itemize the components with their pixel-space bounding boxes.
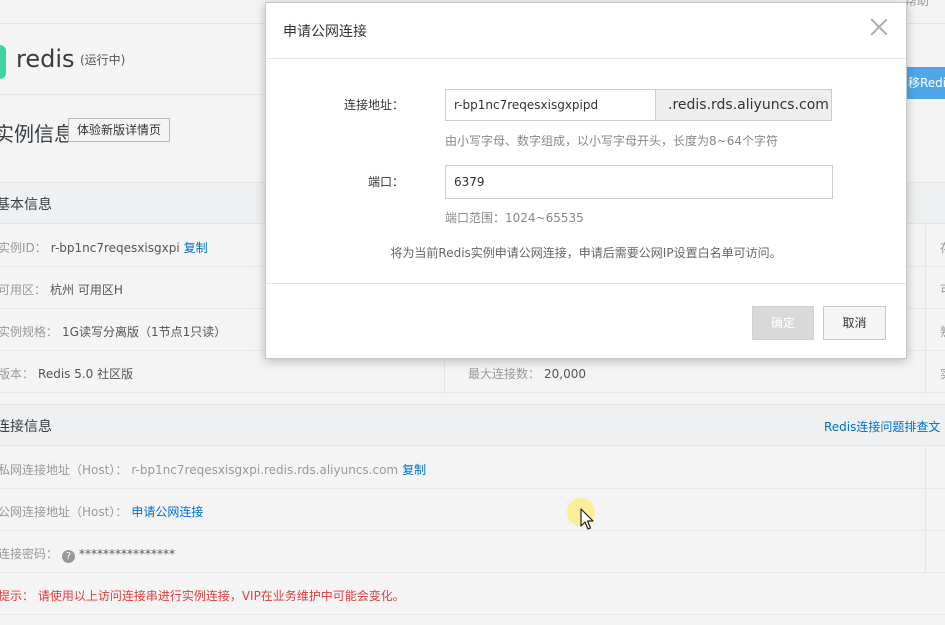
dialog-title: 申请公网连接 [283, 24, 367, 40]
apply-public-connection-link[interactable]: 申请公网连接 [131, 505, 203, 519]
port-hint: 端口范围：1024~65535 [445, 211, 584, 225]
apply-public-connection-dialog: 申请公网连接 连接地址： r-bp1nc7reqesxisgxpipd .red… [265, 2, 907, 359]
password-value: **************** [79, 547, 176, 561]
close-icon[interactable] [868, 16, 890, 38]
max-connections-cell: 最大连接数： 20,000 [468, 365, 586, 382]
dialog-header: 申请公网连接 [266, 3, 906, 59]
status-badge: (运行中) [80, 53, 126, 67]
table-row: 连接密码：? **************** [0, 531, 945, 573]
row-value: r-bp1nc7reqesxisgxpi.redis.rds.aliyuncs.… [131, 463, 399, 477]
connection-info-title: 连接信息 [0, 419, 52, 435]
edge-text: 熟 [940, 323, 945, 340]
mouse-cursor-icon [580, 508, 594, 530]
tip-row: 提示： 请使用以上访问连接串进行实例连接，VIP在业务维护中可能会变化。 [0, 573, 945, 615]
redis-logo-icon [0, 45, 6, 79]
tip-text: 提示： 请使用以上访问连接串进行实例连接，VIP在业务维护中可能会变化。 [0, 589, 405, 603]
column-divider [925, 447, 926, 573]
public-host-cell: 公网连接地址（Host）： 申请公网连接 [0, 503, 203, 520]
row-label: 实例规格： [0, 325, 59, 339]
cancel-button[interactable]: 取消 [823, 306, 886, 340]
copy-host-link[interactable]: 复制 [402, 463, 426, 477]
row-value: r-bp1nc7reqesxisgxpi [50, 241, 180, 255]
row-label: 私网连接地址（Host）： [0, 463, 128, 477]
new-version-button[interactable]: 体验新版详情页 [68, 118, 171, 142]
row-value: 杭州 可用区H [50, 283, 123, 297]
confirm-button[interactable]: 确定 [752, 306, 814, 340]
password-cell: 连接密码：? **************** [0, 545, 175, 563]
row-value: 1G读写分离版（1节点1只读） [62, 325, 227, 339]
top-help-fragment[interactable]: 帮助 [905, 0, 929, 9]
app-title: redis [16, 45, 75, 73]
row-value: Redis 5.0 社区版 [38, 367, 134, 381]
version-cell: 版本： Redis 5.0 社区版 [0, 365, 133, 382]
port-label: 端口： [367, 175, 404, 189]
basic-info-title: 基本信息 [0, 197, 52, 213]
edge-text: 存 [940, 239, 945, 256]
row-label: 最大连接数： [468, 367, 541, 381]
host-input[interactable]: r-bp1nc7reqesxisgxpipd [445, 89, 656, 121]
column-divider [925, 225, 926, 393]
connection-info-header: 连接信息 Redis连接问题排查文 [0, 404, 945, 446]
zone-cell: 可用区： 杭州 可用区H [0, 281, 123, 298]
edge-text: 实 [940, 365, 945, 382]
page-title: 实例信息 [0, 122, 74, 146]
port-input[interactable]: 6379 [445, 165, 833, 199]
row-value: 20,000 [544, 367, 587, 381]
row-label: 可用区： [0, 283, 47, 297]
spec-cell: 实例规格： 1G读写分离版（1节点1只读） [0, 323, 226, 340]
host-label: 连接地址： [343, 98, 404, 112]
table-row: 私网连接地址（Host）： r-bp1nc7reqesxisgxpi.redis.… [0, 447, 945, 489]
row-label: 实例ID： [0, 241, 47, 255]
help-icon[interactable]: ? [62, 550, 76, 563]
row-label: 连接密码： [0, 547, 59, 561]
copy-id-link[interactable]: 复制 [184, 241, 208, 255]
row-label: 版本： [0, 367, 35, 381]
instance-id-cell: 实例ID： r-bp1nc7reqesxisgxpi 复制 [0, 239, 208, 256]
private-host-cell: 私网连接地址（Host）： r-bp1nc7reqesxisgxpi.redis.… [0, 461, 426, 478]
dialog-footer: 确定 取消 [266, 283, 906, 359]
table-row: 公网连接地址（Host）： 申请公网连接 [0, 489, 945, 531]
row-label: 公网连接地址（Host）： [0, 505, 128, 519]
dialog-notice: 将为当前Redis实例申请公网连接，申请后需要公网IP设置白名单可访问。 [390, 246, 782, 260]
host-suffix: .redis.rds.aliyuncs.com [655, 89, 832, 121]
host-hint: 由小写字母、数字组成，以小写字母开头，长度为8~64个字符 [445, 134, 778, 148]
connection-help-link[interactable]: Redis连接问题排查文 [824, 418, 940, 435]
edge-text: 可 [940, 281, 945, 298]
